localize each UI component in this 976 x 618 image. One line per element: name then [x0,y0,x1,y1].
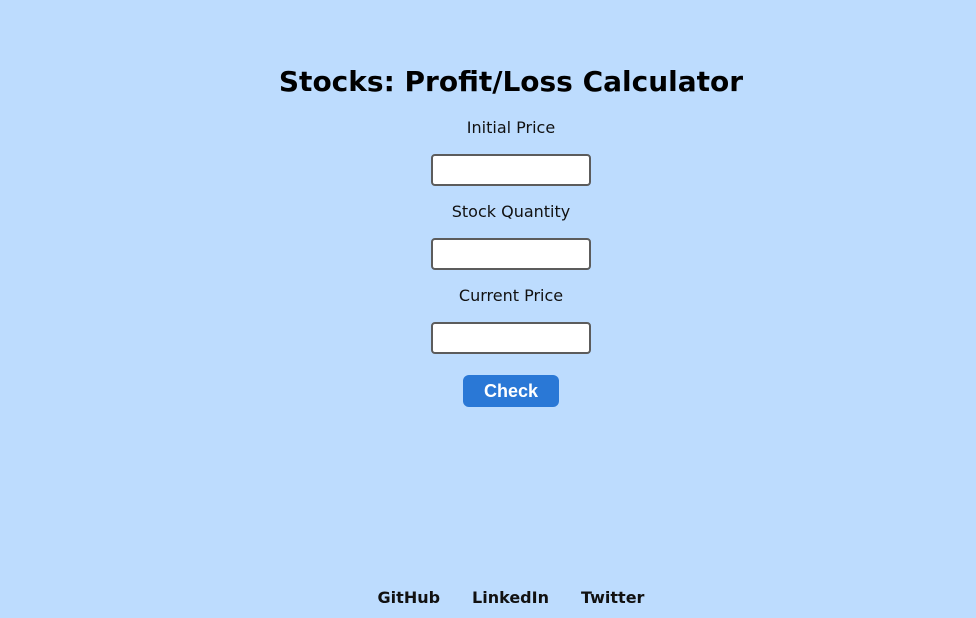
current-price-label: Current Price [458,286,564,305]
calculator-form: Initial Price Stock Quantity Current Pri… [0,116,976,407]
initial-price-label: Initial Price [466,118,556,137]
page-title: Stocks: Profit/Loss Calculator [278,65,744,98]
stock-quantity-input[interactable] [431,238,591,270]
initial-price-input[interactable] [431,154,591,186]
footer-links: GitHub LinkedIn Twitter [0,586,976,610]
check-button[interactable]: Check [463,375,559,407]
stock-quantity-label: Stock Quantity [451,202,571,221]
linkedin-link[interactable]: LinkedIn [472,586,549,610]
current-price-input[interactable] [431,322,591,354]
github-link[interactable]: GitHub [378,586,441,610]
twitter-link[interactable]: Twitter [581,586,644,610]
